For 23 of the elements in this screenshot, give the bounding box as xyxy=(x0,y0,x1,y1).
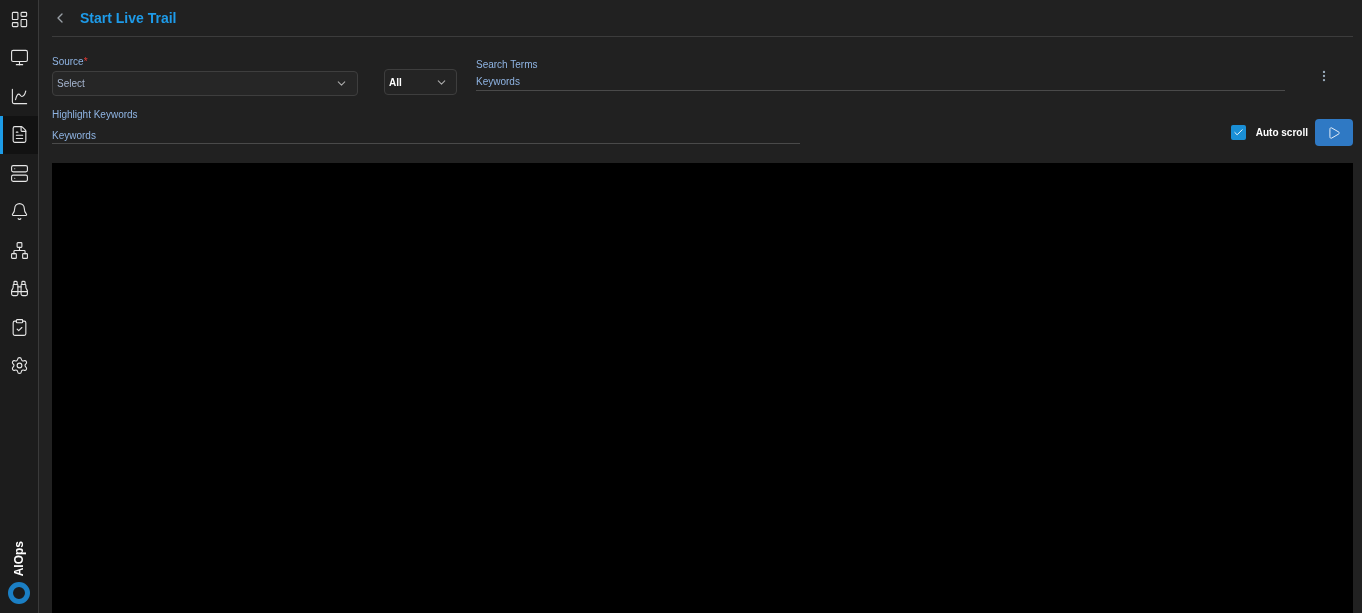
notifications-icon xyxy=(9,202,29,222)
server-icon xyxy=(9,163,29,183)
checkmark-icon xyxy=(1232,127,1244,138)
page-title: Start Live Trail xyxy=(80,8,177,28)
play-icon xyxy=(1327,125,1341,140)
level-dropdown[interactable]: All xyxy=(384,69,457,95)
dashboard-icon xyxy=(9,9,29,29)
auto-scroll-label: Auto scroll xyxy=(1255,126,1308,140)
brand-name: AIOps xyxy=(11,540,27,576)
settings-icon xyxy=(9,356,29,376)
search-terms-label: Search Terms xyxy=(476,59,539,71)
highlight-label: Highlight Keywords xyxy=(52,109,139,121)
highlight-keywords-field[interactable]: Keywords xyxy=(52,127,800,144)
chart-icon xyxy=(9,86,29,106)
search-terms-field[interactable]: Keywords xyxy=(476,73,1285,91)
source-dropdown[interactable]: Select xyxy=(52,71,358,96)
sidebar-item[interactable] xyxy=(0,115,38,154)
auto-scroll-checkbox[interactable] xyxy=(1230,125,1246,140)
source-label: Source* xyxy=(52,56,89,68)
network-icon xyxy=(9,240,29,260)
monitor-icon xyxy=(9,48,29,68)
logo-icon xyxy=(8,582,30,604)
binoculars-icon xyxy=(9,279,29,299)
